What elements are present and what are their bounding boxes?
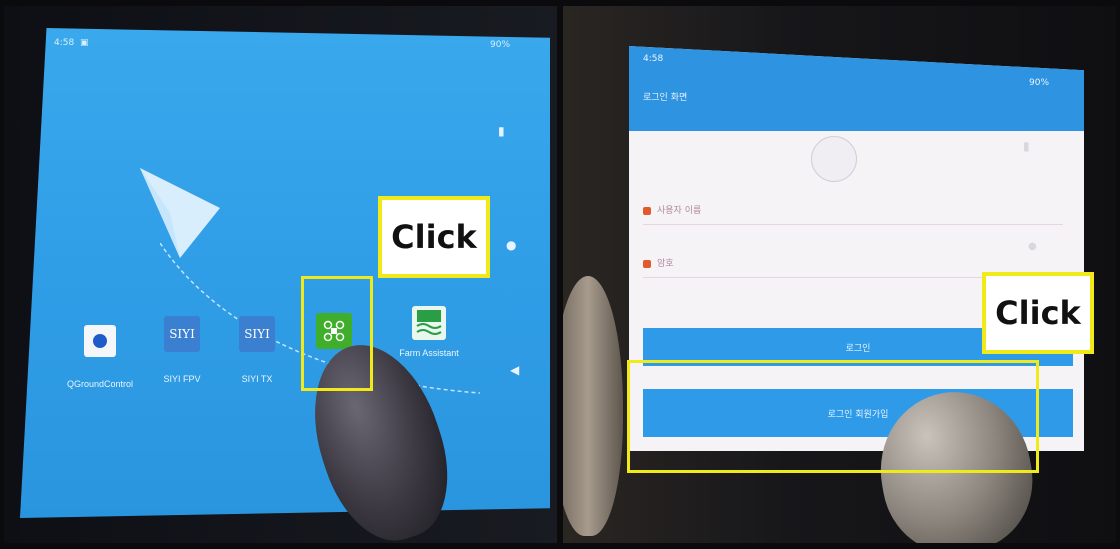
status-time: 4:58 — [643, 54, 664, 64]
side-dot-icon[interactable]: ● — [1028, 241, 1037, 252]
app-qgroundcontrol[interactable]: QGroundControl — [60, 325, 140, 389]
app-farm-assistant[interactable]: Farm Assistant — [384, 306, 474, 358]
username-field[interactable]: 사용자 이름 — [643, 203, 701, 216]
app-header: 4:58 90% 로그인 화면 — [629, 46, 1084, 131]
battery-status: 90% — [1029, 78, 1050, 88]
siyi-fpv-icon: SIYI — [164, 316, 200, 352]
lock-icon — [643, 259, 651, 268]
battery-status: 90% — [490, 40, 511, 50]
app-label: QGroundControl — [66, 379, 134, 389]
side-menu-icon[interactable]: ▮ — [498, 124, 505, 138]
status-time: 4:58 — [54, 38, 75, 48]
click-callout: Click — [378, 196, 490, 278]
side-dot-icon[interactable]: ● — [506, 238, 516, 252]
app-siyi-fpv[interactable]: SIYI SIYI FPV — [152, 316, 212, 384]
qgc-icon — [84, 325, 116, 357]
click-callout: Click — [982, 272, 1094, 354]
app-label: SIYI FPV — [163, 374, 201, 384]
page-title: 로그인 화면 — [643, 93, 688, 103]
highlight-box — [301, 276, 373, 391]
user-avatar-icon — [811, 136, 857, 182]
back-arrow-icon[interactable]: ◀ — [510, 363, 519, 377]
app-label: Farm Assistant — [399, 348, 459, 358]
left-photo: 4:58 ▣ 90% ▮ ● ◀ QGroundControl SIYI SIY… — [4, 6, 557, 543]
side-menu-icon[interactable]: ▮ — [1023, 139, 1030, 153]
app-siyi-tx[interactable]: SIYI SIYI TX — [227, 316, 287, 384]
field-underline — [643, 224, 1063, 225]
thumb — [563, 276, 623, 536]
farm-assistant-icon — [412, 306, 446, 340]
highlight-box — [627, 360, 1039, 473]
user-icon — [643, 206, 651, 215]
password-field[interactable]: 암호 — [643, 256, 674, 269]
app-label: SIYI TX — [241, 374, 273, 384]
notification-icon: ▣ — [80, 38, 89, 48]
siyi-tx-icon: SIYI — [239, 316, 275, 352]
right-photo: 4:58 90% 로그인 화면 사용자 이름 암호 로그인 로그인 회원가입 ▮… — [563, 6, 1116, 543]
